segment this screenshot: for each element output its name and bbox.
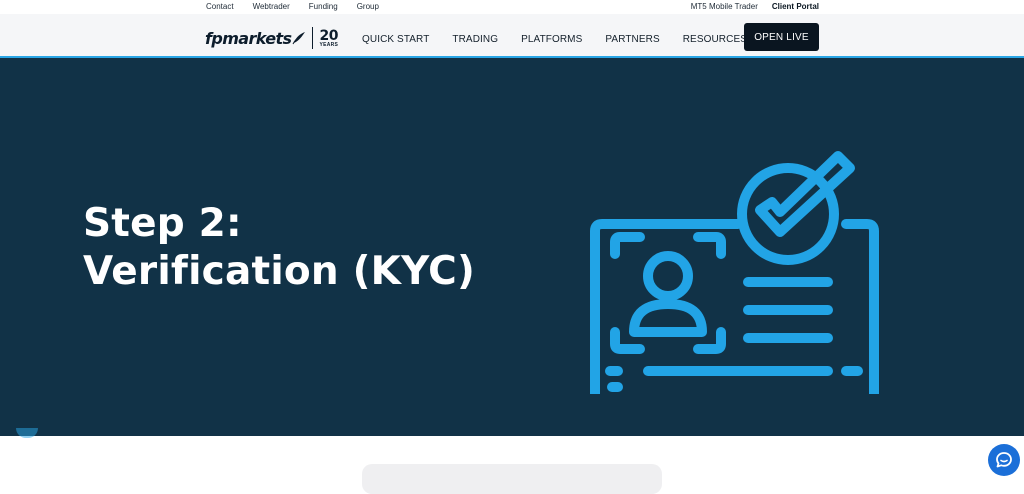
main-navbar: fpmarkets 20 YEARS QUICK START TRADING P… xyxy=(0,14,1024,58)
anniversary-label: YEARS xyxy=(319,41,339,48)
hero-title: Step 2: Verification (KYC) xyxy=(83,201,475,294)
fpmarkets-logo[interactable]: fpmarkets 20 YEARS xyxy=(205,27,338,49)
logo-leaf-icon xyxy=(293,32,306,45)
anniversary-number: 20 xyxy=(319,27,338,44)
monitor-id-verification-check-icon xyxy=(590,151,879,394)
open-live-button[interactable]: OPEN LIVE xyxy=(744,23,819,51)
chat-launcher-button[interactable] xyxy=(988,444,1020,476)
contact-link[interactable]: Contact xyxy=(206,2,234,11)
client-portal-link[interactable]: Client Portal xyxy=(772,2,819,11)
primary-menu: QUICK START TRADING PLATFORMS PARTNERS R… xyxy=(362,34,770,45)
group-link[interactable]: Group xyxy=(357,2,379,11)
anniversary-badge: 20 YEARS xyxy=(319,29,338,48)
content-card-top xyxy=(362,464,662,494)
funding-link[interactable]: Funding xyxy=(309,2,338,11)
nav-partners[interactable]: PARTNERS xyxy=(605,34,659,45)
nav-trading[interactable]: TRADING xyxy=(452,34,498,45)
nav-quick-start[interactable]: QUICK START xyxy=(362,34,429,45)
mt5-mobile-trader-link[interactable]: MT5 Mobile Trader xyxy=(691,2,758,11)
logo-divider xyxy=(312,27,314,49)
chat-bubble-icon xyxy=(996,452,1012,468)
webtrader-link[interactable]: Webtrader xyxy=(253,2,290,11)
utility-links-left: Contact Webtrader Funding Group xyxy=(206,2,398,11)
logo-wordmark: fpmarkets xyxy=(205,28,292,48)
utility-bar: Contact Webtrader Funding Group MT5 Mobi… xyxy=(0,0,1024,14)
utility-links-right: MT5 Mobile Trader Client Portal xyxy=(677,2,819,11)
nav-platforms[interactable]: PLATFORMS xyxy=(521,34,582,45)
hero-banner: Step 2: Verification (KYC) xyxy=(0,58,1024,436)
nav-resources[interactable]: RESOURCES xyxy=(683,34,747,45)
scroll-indicator xyxy=(16,428,38,438)
